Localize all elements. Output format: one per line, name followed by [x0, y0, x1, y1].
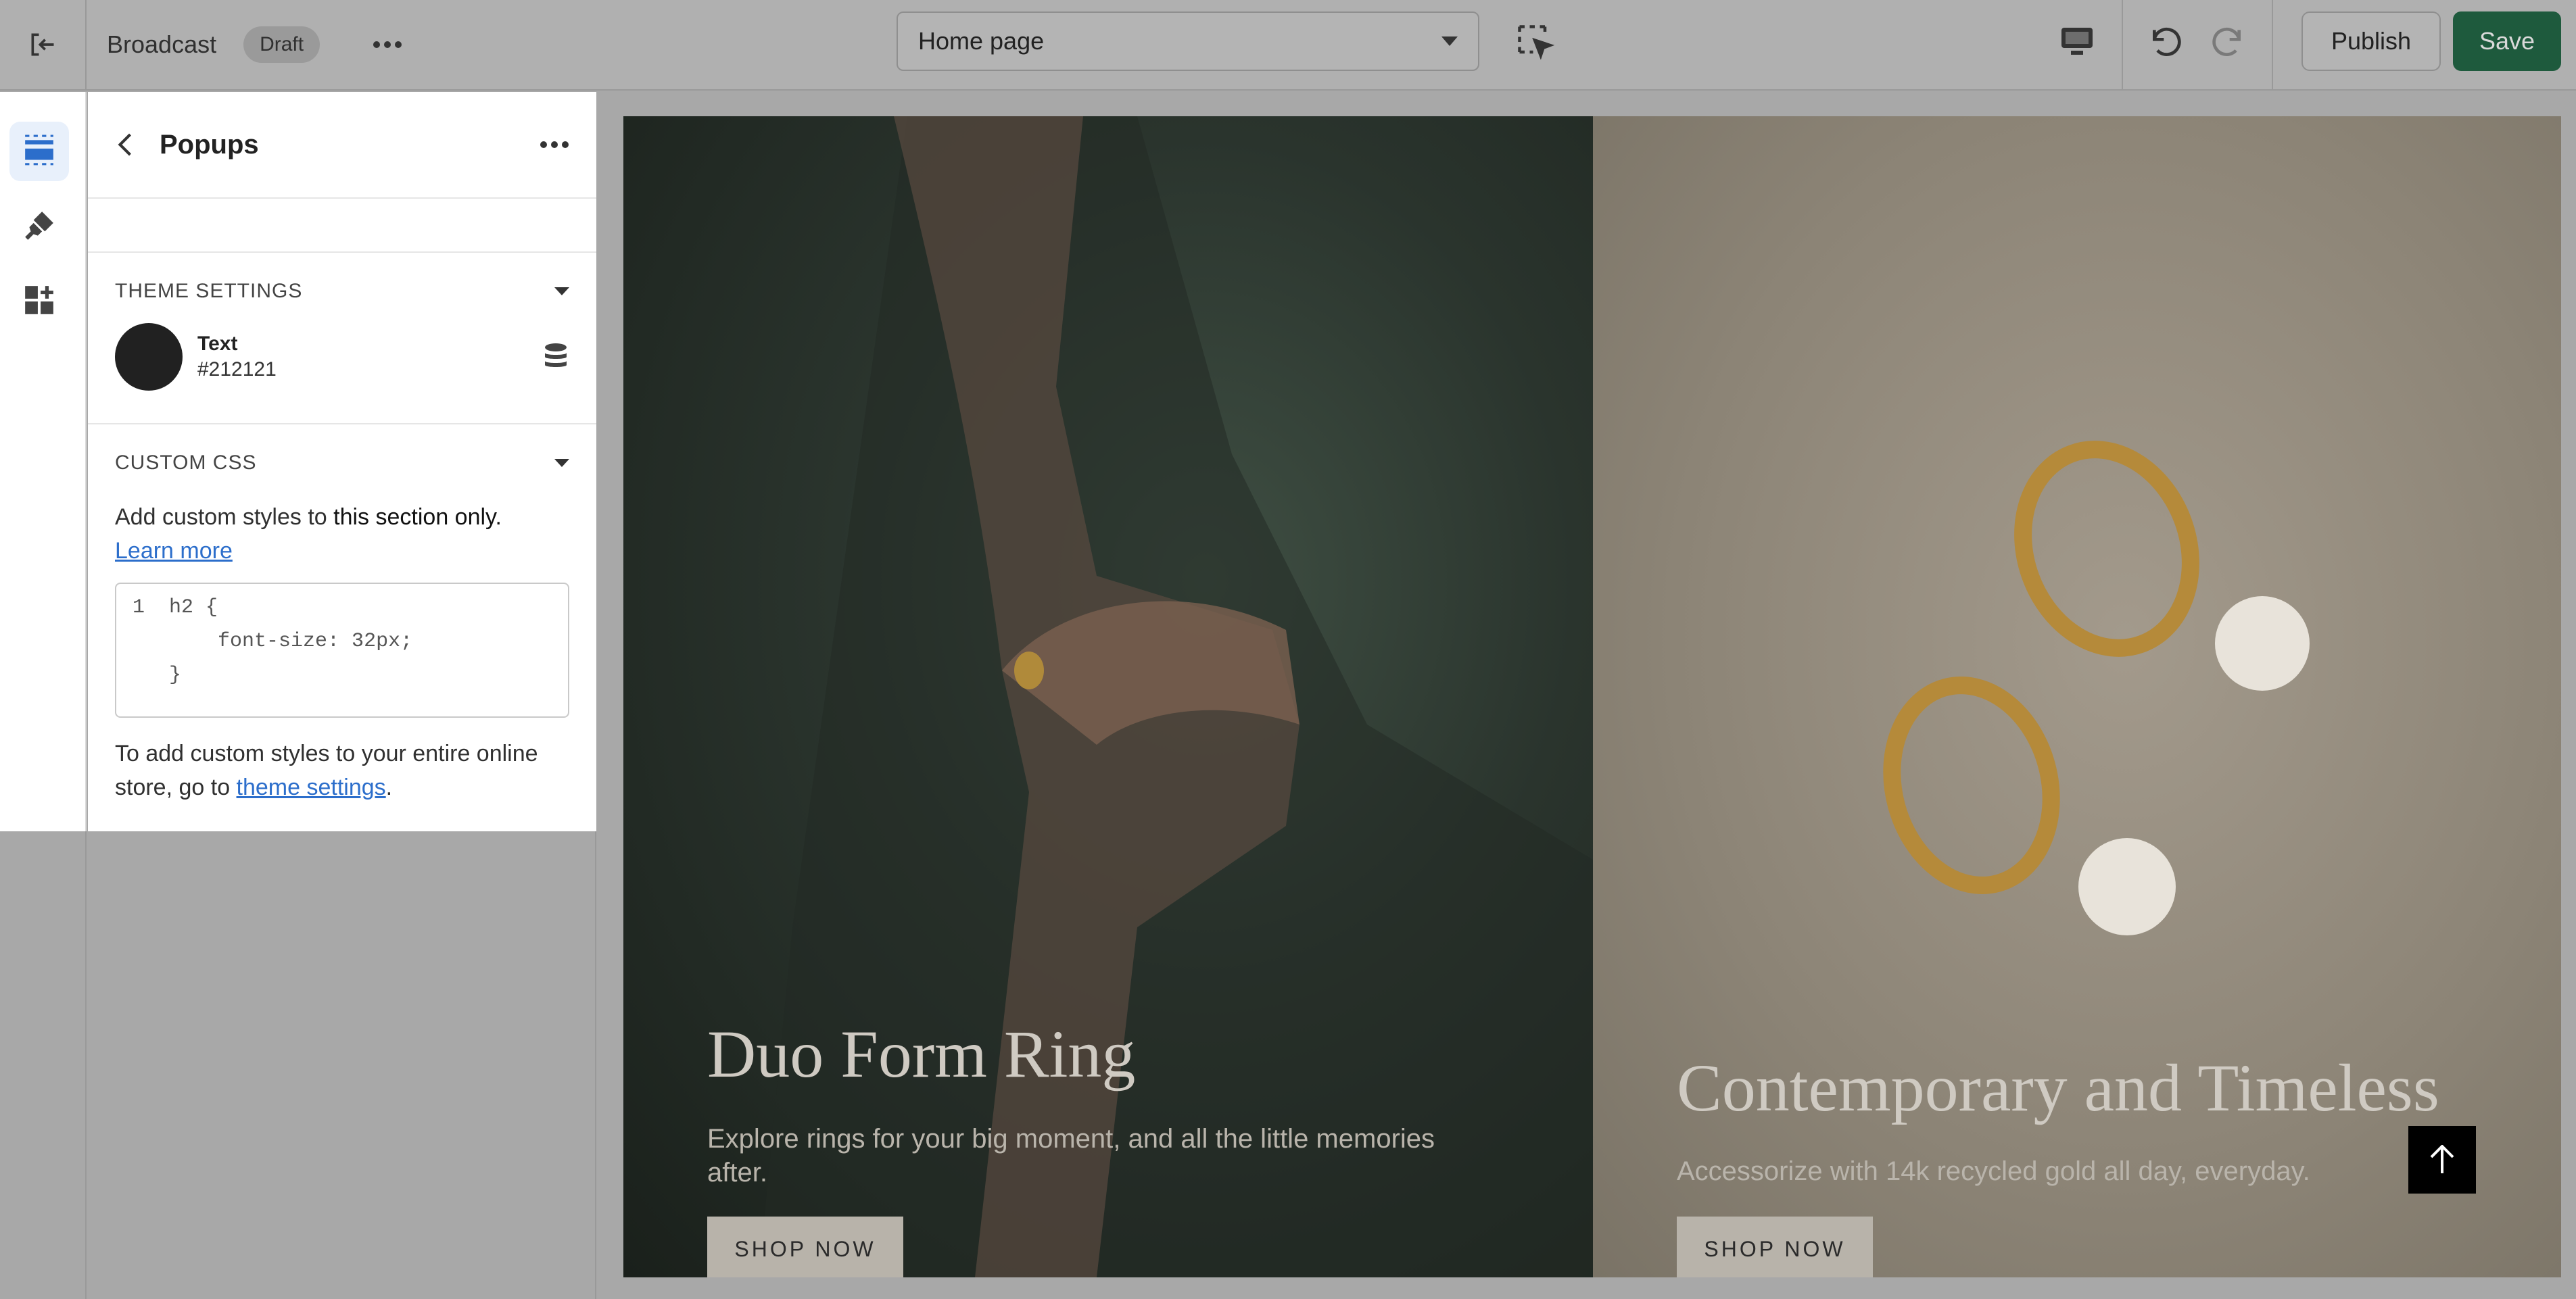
panel-spacer [88, 199, 596, 253]
page-selector[interactable]: Home page [897, 11, 1479, 71]
shop-now-button[interactable]: SHOP NOW [707, 1217, 903, 1277]
page-selector-value: Home page [918, 27, 1045, 55]
help-text: Add custom styles to [115, 504, 334, 530]
back-arrow-icon[interactable] [115, 131, 135, 158]
undo-button[interactable] [2143, 19, 2191, 66]
toolbar-divider [2122, 0, 2123, 91]
ring-hand-image [759, 116, 1593, 1277]
theme-settings-link[interactable]: theme settings [237, 775, 386, 800]
section-heading: THEME SETTINGS [115, 280, 303, 302]
caret-down-icon [1441, 36, 1458, 46]
store-name: Broadcast [107, 30, 217, 58]
color-value: #212121 [197, 358, 277, 381]
store-preview: Duo Form Ring Explore rings for your big… [623, 116, 2561, 1277]
theme-settings-toggle[interactable]: THEME SETTINGS [115, 280, 569, 303]
settings-panel: Popups THEME SETTINGS Text #212121 CUSTO… [88, 92, 596, 831]
save-button[interactable]: Save [2453, 11, 2561, 71]
section-heading: CUSTOM CSS [115, 451, 257, 474]
color-setting[interactable]: Text #212121 [115, 323, 569, 391]
paintbrush-icon [25, 212, 53, 240]
hero-title: Contemporary and Timeless [1677, 1050, 2439, 1125]
panel-header: Popups [88, 92, 596, 199]
arrow-up-icon [2430, 1145, 2454, 1173]
status-badge: Draft [243, 26, 320, 63]
code-text: font-size: 32px; [169, 630, 413, 653]
css-editor[interactable]: 1 h2 { font-size: 32px; } [115, 583, 569, 718]
rail-item-theme-settings[interactable] [9, 196, 69, 255]
toolbar-divider [2272, 0, 2273, 91]
caret-down-icon [554, 459, 569, 467]
color-swatch[interactable] [115, 323, 183, 391]
hero-ring-image: Duo Form Ring Explore rings for your big… [623, 116, 1593, 1277]
inspect-button[interactable] [1514, 22, 1555, 62]
code-text: h2 { [169, 596, 218, 619]
hero-subtitle: Explore rings for your big moment, and a… [707, 1124, 1435, 1187]
color-label: Text [197, 333, 238, 355]
panel-overlay [88, 831, 596, 1299]
more-actions-button[interactable] [367, 24, 408, 65]
undo-icon [2153, 27, 2181, 56]
rail-item-sections[interactable] [9, 122, 69, 181]
publish-button[interactable]: Publish [2301, 11, 2441, 71]
shop-now-button[interactable]: SHOP NOW [1677, 1217, 1873, 1277]
desktop-icon [2061, 28, 2093, 55]
help-emphasis: this section only. [333, 504, 502, 530]
code-line: 1 h2 { [133, 596, 568, 630]
database-icon[interactable] [542, 342, 569, 372]
line-number: 1 [133, 596, 145, 619]
ellipsis-icon[interactable] [540, 141, 569, 149]
back-to-top-button[interactable] [2408, 1126, 2476, 1194]
apps-icon [25, 286, 53, 314]
code-line: } [133, 664, 568, 697]
exit-editor-button[interactable] [0, 0, 87, 90]
redo-button[interactable] [2203, 19, 2250, 66]
inspect-icon [1518, 25, 1555, 60]
desktop-preview-button[interactable] [2055, 20, 2099, 64]
custom-css-help: Add custom styles to this section only. … [115, 500, 569, 568]
learn-more-link[interactable]: Learn more [115, 538, 233, 564]
exit-icon [31, 33, 54, 56]
redo-icon [2212, 27, 2241, 56]
panel-title: Popups [160, 129, 259, 160]
footer-note: To add custom styles to your entire onli… [115, 737, 569, 804]
hero-earrings-image: Contemporary and Timeless Accessorize wi… [1593, 116, 2561, 1277]
code-text: } [169, 664, 182, 687]
custom-css-toggle[interactable]: CUSTOM CSS [115, 451, 569, 474]
custom-css-section: CUSTOM CSS Add custom styles to this sec… [88, 424, 596, 831]
code-line: font-size: 32px; [133, 630, 568, 664]
hero-subtitle: Accessorize with 14k recycled gold all d… [1677, 1156, 2310, 1186]
ellipsis-icon [373, 41, 402, 48]
caret-down-icon [554, 287, 569, 295]
rail-overlay [0, 831, 87, 1299]
rail-item-apps[interactable] [9, 270, 69, 330]
sections-icon [25, 134, 53, 166]
hero-title: Duo Form Ring [707, 1016, 1136, 1092]
footer-suffix: . [385, 775, 393, 800]
theme-settings-section: THEME SETTINGS Text #212121 [88, 253, 596, 424]
